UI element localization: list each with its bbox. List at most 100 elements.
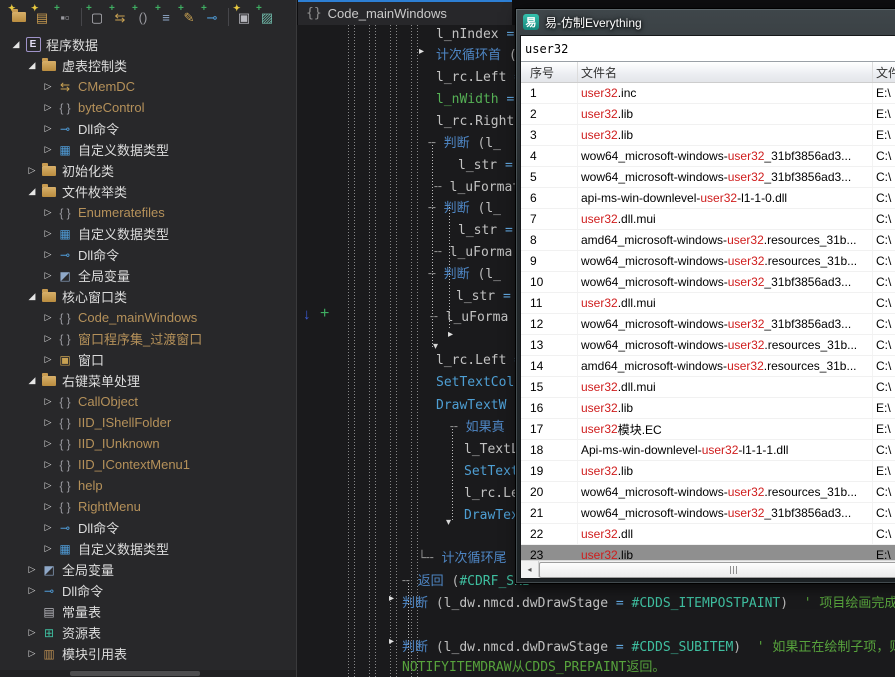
result-row[interactable]: 20wow64_microsoft-windows-user32.resourc… xyxy=(521,482,895,503)
result-row[interactable]: 18Api-ms-win-downlevel-user32-l1-1-1.dll… xyxy=(521,440,895,461)
collapsed-arrow-icon[interactable]: ▷ xyxy=(40,501,56,512)
column-header-filepath[interactable]: 文件路径 xyxy=(873,62,895,82)
tree-item[interactable]: ◢虚表控制类 xyxy=(0,55,296,76)
tree-item[interactable]: ▷▦自定义数据类型 xyxy=(0,538,296,559)
column-header-index[interactable]: 序号 xyxy=(521,62,578,82)
tree-item[interactable]: ▷{ }Code_mainWindows xyxy=(0,307,296,328)
tree-item[interactable]: ▷{ }RightMenu xyxy=(0,496,296,517)
result-row[interactable]: 5wow64_microsoft-windows-user32_31bf3856… xyxy=(521,167,895,188)
collapsed-arrow-icon[interactable]: ▷ xyxy=(40,459,56,470)
result-row[interactable]: 2user32.libE:\ xyxy=(521,104,895,125)
result-row[interactable]: 13wow64_microsoft-windows-user32.resourc… xyxy=(521,335,895,356)
result-row[interactable]: 19user32.libE:\ xyxy=(521,461,895,482)
result-row[interactable]: 21wow64_microsoft-windows-user32_31bf385… xyxy=(521,503,895,524)
add-program-set-button[interactable]: ()+ xyxy=(132,6,154,28)
collapsed-arrow-icon[interactable]: ▷ xyxy=(40,249,56,260)
collapsed-arrow-icon[interactable]: ▷ xyxy=(24,585,40,596)
tree-item[interactable]: ▤常量表 xyxy=(0,601,296,622)
add-component-button[interactable]: ≡+ xyxy=(155,6,177,28)
tree-item[interactable]: ▷◩全局变量 xyxy=(0,265,296,286)
collapsed-arrow-icon[interactable]: ▷ xyxy=(40,270,56,281)
result-row[interactable]: 3user32.libE:\ xyxy=(521,125,895,146)
window-titlebar[interactable]: 易 易-仿制Everything xyxy=(520,9,895,35)
result-row[interactable]: 4wow64_microsoft-windows-user32_31bf3856… xyxy=(521,146,895,167)
add-window-button[interactable]: ▢+ xyxy=(86,6,108,28)
expanded-arrow-icon[interactable]: ◢ xyxy=(24,186,40,197)
tree-item[interactable]: ◢文件枚举类 xyxy=(0,181,296,202)
add-method-button[interactable]: ✎+ xyxy=(178,6,200,28)
new-program-set-button[interactable]: ▤✦ xyxy=(31,6,53,28)
collapsed-arrow-icon[interactable]: ▷ xyxy=(40,144,56,155)
tree-item[interactable]: ▷⊸Dll命令 xyxy=(0,517,296,538)
tree-item[interactable]: ▷▣窗口 xyxy=(0,349,296,370)
search-input[interactable] xyxy=(521,36,895,62)
results-horizontal-scrollbar[interactable]: ◂ xyxy=(521,560,895,578)
tree-item[interactable]: ▷{ }help xyxy=(0,475,296,496)
tree-item[interactable]: ▷{ }byteControl xyxy=(0,97,296,118)
result-row[interactable]: 8amd64_microsoft-windows-user32.resource… xyxy=(521,230,895,251)
result-row[interactable]: 11user32.dll.muiC:\ xyxy=(521,293,895,314)
result-row[interactable]: 7user32.dll.muiC:\ xyxy=(521,209,895,230)
column-header-filename[interactable]: 文件名 xyxy=(578,62,873,82)
scrollbar-thumb[interactable] xyxy=(539,562,895,578)
collapsed-arrow-icon[interactable]: ▷ xyxy=(40,81,56,92)
scrollbar-thumb[interactable] xyxy=(70,671,200,676)
expanded-arrow-icon[interactable]: ◢ xyxy=(24,375,40,386)
tree-item[interactable]: ▷⊸Dll命令 xyxy=(0,580,296,601)
tree-item[interactable]: ▷{ }IID_IShellFolder xyxy=(0,412,296,433)
result-row[interactable]: 14amd64_microsoft-windows-user32.resourc… xyxy=(521,356,895,377)
tree-item[interactable]: ▷◩全局变量 xyxy=(0,559,296,580)
tree-item[interactable]: ◢右键菜单处理 xyxy=(0,370,296,391)
add-class-button[interactable]: ⇆+ xyxy=(109,6,131,28)
collapsed-arrow-icon[interactable]: ▷ xyxy=(40,333,56,344)
result-row[interactable]: 15user32.dll.muiC:\ xyxy=(521,377,895,398)
collapsed-arrow-icon[interactable]: ▷ xyxy=(40,228,56,239)
tree-item[interactable]: ▷⊸Dll命令 xyxy=(0,118,296,139)
add-image-resource-button[interactable]: ▨+ xyxy=(256,6,278,28)
collapsed-arrow-icon[interactable]: ▷ xyxy=(40,396,56,407)
collapsed-arrow-icon[interactable]: ▷ xyxy=(40,543,56,554)
tree-item[interactable]: ▷▥模块引用表 xyxy=(0,643,296,664)
collapsed-arrow-icon[interactable]: ▷ xyxy=(24,165,40,176)
tree-item[interactable]: ▷{ }Enumeratefiles xyxy=(0,202,296,223)
collapsed-arrow-icon[interactable]: ▷ xyxy=(40,417,56,428)
result-row[interactable]: 12wow64_microsoft-windows-user32_31bf385… xyxy=(521,314,895,335)
collapsed-arrow-icon[interactable]: ▷ xyxy=(40,480,56,491)
tree-horizontal-scrollbar[interactable] xyxy=(0,670,296,677)
collapsed-arrow-icon[interactable]: ▷ xyxy=(40,102,56,113)
collapsed-arrow-icon[interactable]: ▷ xyxy=(40,522,56,533)
collapsed-arrow-icon[interactable]: ▷ xyxy=(40,312,56,323)
collapsed-arrow-icon[interactable]: ▷ xyxy=(24,648,40,659)
result-row[interactable]: 16user32.libE:\ xyxy=(521,398,895,419)
result-row[interactable]: 1user32.incE:\ xyxy=(521,83,895,104)
tree-item[interactable]: ◢E程序数据 xyxy=(0,34,296,55)
collapsed-arrow-icon[interactable]: ▷ xyxy=(40,207,56,218)
result-row[interactable]: 22user32.dllC:\ xyxy=(521,524,895,545)
collapsed-arrow-icon[interactable]: ▷ xyxy=(24,627,40,638)
expanded-arrow-icon[interactable]: ◢ xyxy=(24,60,40,71)
result-row[interactable]: 17user32模块.ECE:\ xyxy=(521,419,895,440)
new-source-file-button[interactable]: ✦ xyxy=(8,6,30,28)
collapsed-arrow-icon[interactable]: ▷ xyxy=(40,354,56,365)
tree-item[interactable]: ▷{ }IID_IContextMenu1 xyxy=(0,454,296,475)
tree-item[interactable]: ▷初始化类 xyxy=(0,160,296,181)
result-row[interactable]: 23user32.libE:\ xyxy=(521,545,895,560)
add-dll-command-button[interactable]: ⊸+ xyxy=(201,6,223,28)
collapsed-arrow-icon[interactable]: ▷ xyxy=(40,123,56,134)
tree-item[interactable]: ▷▦自定义数据类型 xyxy=(0,223,296,244)
tree-item[interactable]: ▷{ }CallObject xyxy=(0,391,296,412)
tree-item[interactable]: ▷⇆CMemDC xyxy=(0,76,296,97)
tree-item[interactable]: ▷⊸Dll命令 xyxy=(0,244,296,265)
collapsed-arrow-icon[interactable]: ▷ xyxy=(40,438,56,449)
tree-item[interactable]: ▷▦自定义数据类型 xyxy=(0,139,296,160)
result-row[interactable]: 10wow64_microsoft-windows-user32_31bf385… xyxy=(521,272,895,293)
tree-item[interactable]: ◢核心窗口类 xyxy=(0,286,296,307)
tree-item[interactable]: ▷{ }IID_IUnknown xyxy=(0,433,296,454)
result-row[interactable]: 6api-ms-win-downlevel-user32-l1-1-0.dllC… xyxy=(521,188,895,209)
expanded-arrow-icon[interactable]: ◢ xyxy=(8,39,24,50)
tree-item[interactable]: ▷⊞资源表 xyxy=(0,622,296,643)
result-row[interactable]: 9wow64_microsoft-windows-user32.resource… xyxy=(521,251,895,272)
tree-item[interactable]: ▷{ }窗口程序集_过渡窗口 xyxy=(0,328,296,349)
expanded-arrow-icon[interactable]: ◢ xyxy=(24,291,40,302)
new-image-resource-button[interactable]: ▣✦ xyxy=(233,6,255,28)
